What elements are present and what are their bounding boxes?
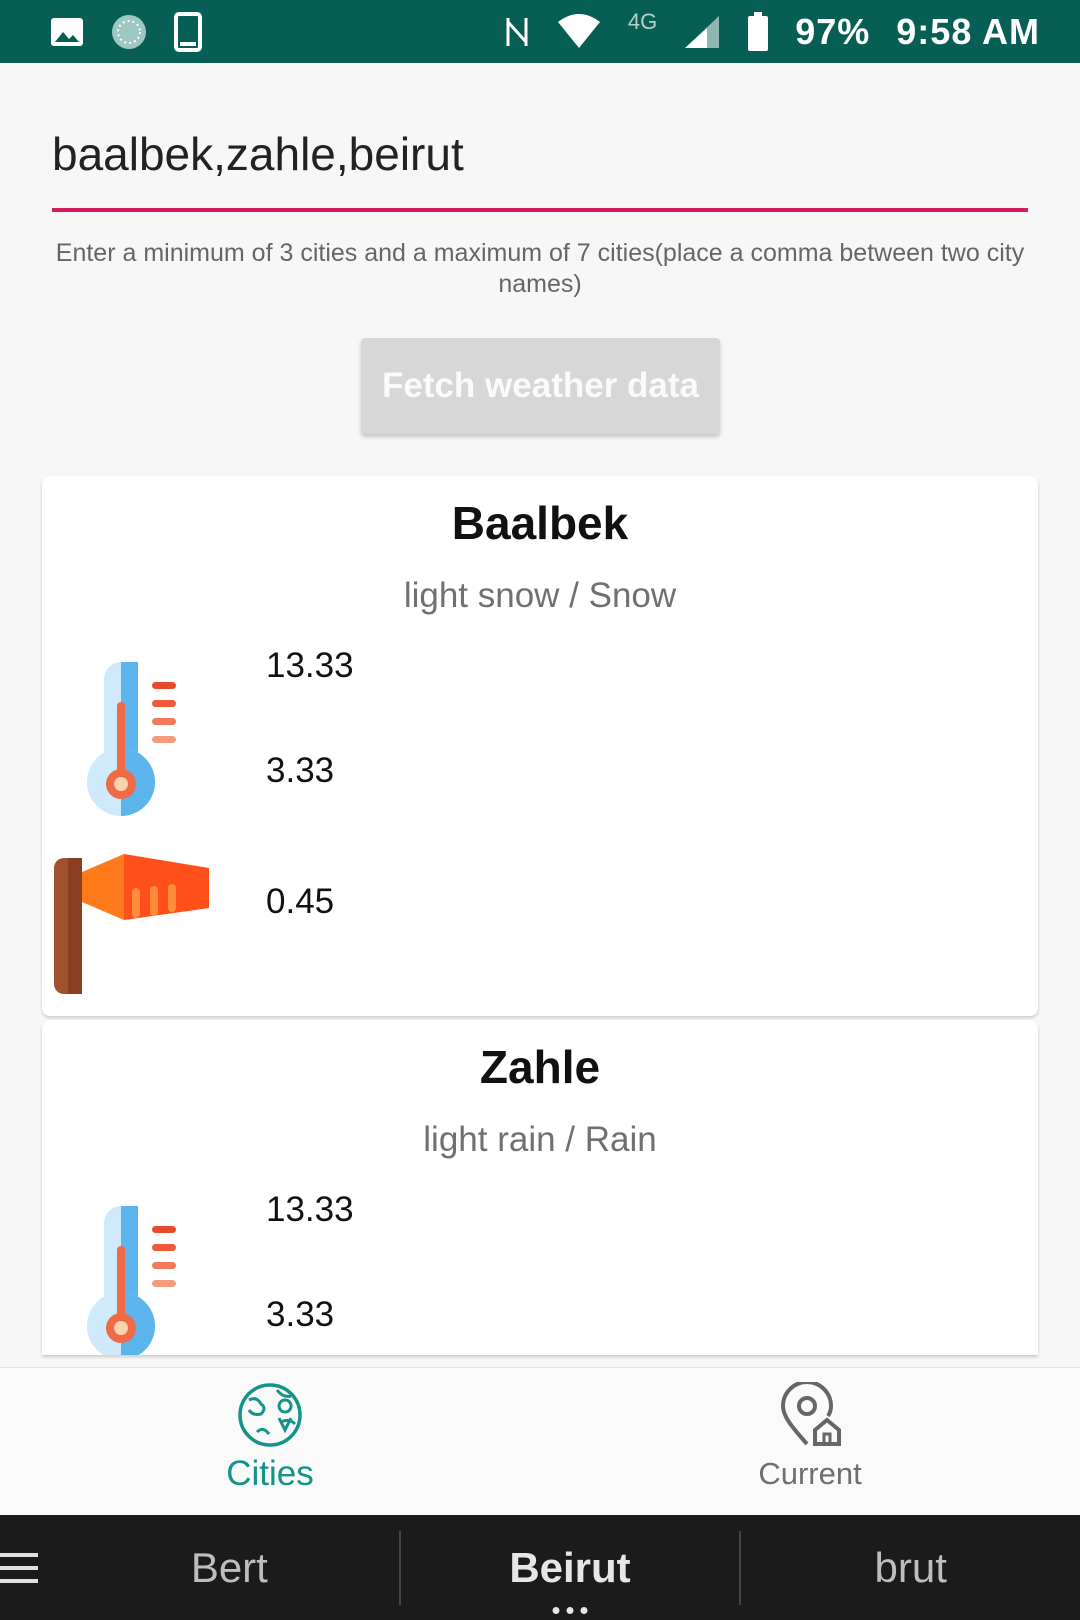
nav-tab-cities[interactable]: Cities (0, 1368, 540, 1515)
nav-label-cities: Cities (226, 1454, 314, 1493)
bottom-navigation: Cities Current (0, 1367, 1080, 1515)
hamburger-icon (0, 1552, 38, 1583)
globe-icon (238, 1383, 302, 1447)
temperature-value: 13.33 (266, 1190, 354, 1229)
wind-speed-value: 0.45 (266, 882, 335, 921)
clock: 9:58 AM (896, 10, 1040, 52)
windsock-icon (54, 854, 209, 994)
wifi-icon (557, 13, 600, 48)
keyboard-suggestion-bar: Bert Beirut brut (0, 1515, 1080, 1620)
temperature-min-value: 3.33 (266, 1295, 335, 1334)
phone-notification-icon (174, 11, 202, 52)
sync-notification-icon (112, 14, 146, 49)
more-options-dots (552, 1606, 588, 1614)
signal-icon (685, 15, 720, 48)
nav-label-current: Current (758, 1456, 862, 1491)
location-home-icon (780, 1382, 841, 1446)
city-input-container (52, 108, 1028, 218)
network-type-label: 4G (627, 8, 658, 34)
temperature-min-value: 3.33 (266, 751, 335, 790)
battery-icon (748, 11, 769, 51)
weather-description: light snow / Snow (403, 576, 677, 615)
city-name: Baalbek (451, 497, 629, 549)
temperature-value: 13.33 (266, 646, 354, 685)
status-bar: 4G 97% 9:58 AM (0, 0, 1080, 63)
suggestion-item-primary[interactable]: Beirut (401, 1543, 740, 1614)
image-notification-icon (51, 17, 83, 46)
battery-level: 97% (795, 10, 871, 52)
suggestion-item[interactable]: brut (741, 1544, 1080, 1592)
thermometer-icon (87, 1206, 176, 1355)
city-name: Zahle (479, 1041, 601, 1093)
city-input[interactable] (52, 108, 1028, 212)
nav-tab-current[interactable]: Current (540, 1368, 1080, 1515)
weather-description: light rain / Rain (423, 1120, 657, 1159)
weather-card: Zahle light rain / Rain 13.33 3.33 (42, 1020, 1038, 1355)
suggestion-item[interactable]: Bert (60, 1544, 399, 1592)
helper-text: Enter a minimum of 3 cities and a maximu… (55, 239, 1025, 298)
weather-card: Baalbek light snow / Snow 13.33 3.33 0.4… (42, 476, 1038, 1016)
nfc-icon (506, 17, 528, 46)
keyboard-menu-icon[interactable] (0, 1515, 60, 1620)
status-right: 4G 97% 9:58 AM (504, 8, 1040, 53)
thermometer-icon (87, 662, 176, 816)
suggestion-label: Beirut (509, 1543, 631, 1591)
fetch-weather-button[interactable]: Fetch weather data (361, 338, 720, 434)
status-left (50, 11, 202, 52)
